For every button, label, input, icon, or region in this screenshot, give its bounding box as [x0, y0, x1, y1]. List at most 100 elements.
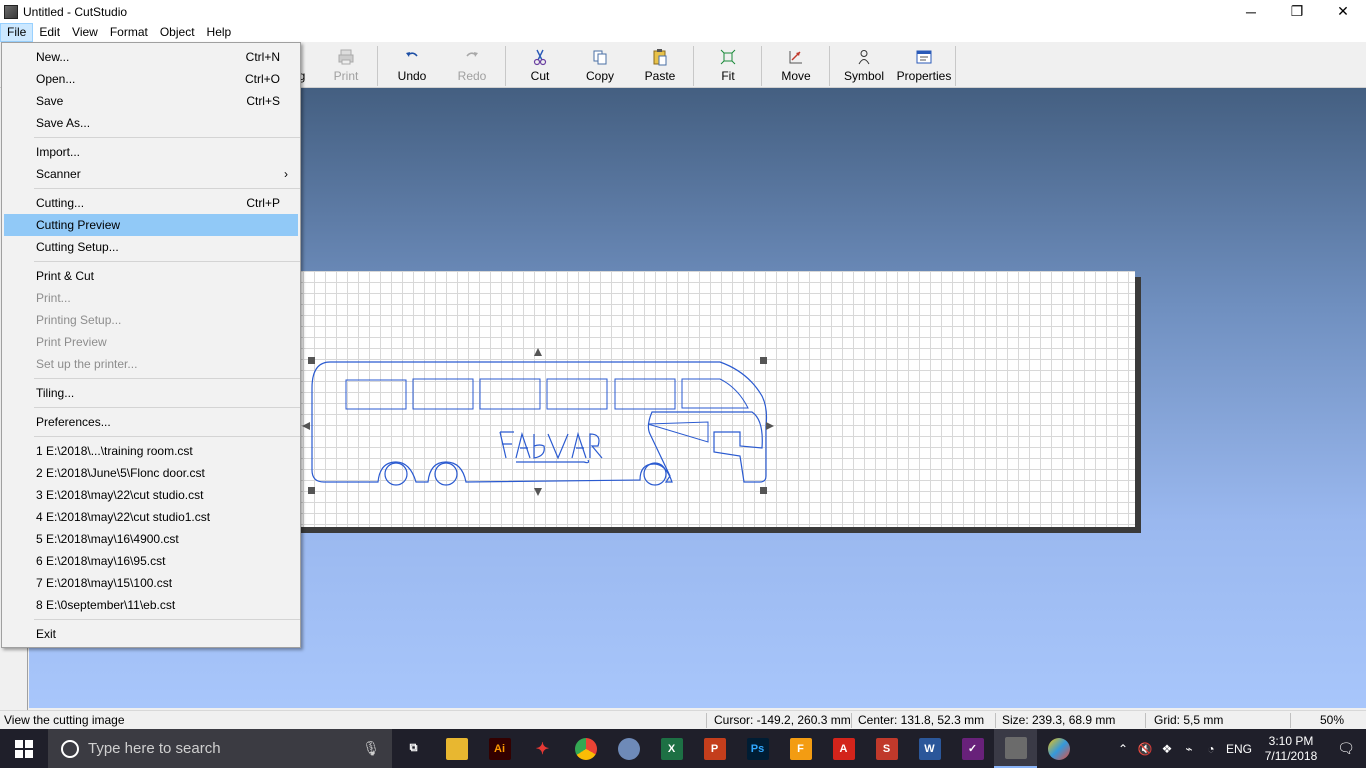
redo-button[interactable]: Redo [442, 46, 502, 86]
menu-item-shortcut: Ctrl+P [246, 196, 280, 210]
menu-item-scanner[interactable]: Scanner › [4, 163, 298, 185]
bus-window [345, 379, 407, 410]
taskbar-app[interactable] [435, 729, 478, 768]
toolbar-label: Paste [644, 69, 676, 83]
bus-logo [499, 431, 603, 464]
start-button[interactable] [0, 729, 48, 768]
toolbar-label: Redo [457, 69, 487, 83]
menu-item-recent-file[interactable]: 1 E:\2018\...\training room.cst [4, 440, 298, 462]
menu-file[interactable]: File [0, 23, 34, 42]
menu-item-printing-setup[interactable]: Printing Setup... [4, 309, 298, 331]
menu-format[interactable]: Format [104, 23, 154, 42]
task-view-button[interactable]: ⧉ [392, 729, 435, 768]
menu-item-cutting[interactable]: Cutting... Ctrl+P [4, 192, 298, 214]
status-grid: Grid: 5,5 mm [1154, 713, 1224, 727]
toolbar-separator [505, 46, 506, 86]
menu-item-recent-file[interactable]: 3 E:\2018\may\22\cut studio.cst [4, 484, 298, 506]
taskbar-app-active[interactable] [994, 729, 1037, 768]
language-indicator[interactable]: ENG [1222, 742, 1256, 756]
menu-item-label: 8 E:\0september\11\eb.cst [36, 598, 176, 612]
menu-item-cutting-preview[interactable]: Cutting Preview [4, 214, 298, 236]
properties-button[interactable]: Properties [894, 46, 954, 86]
menu-item-save-as[interactable]: Save As... [4, 112, 298, 134]
menu-item-preferences[interactable]: Preferences... [4, 411, 298, 433]
title-bar: Untitled - CutStudio ─ ❐ ✕ [0, 0, 1366, 23]
file-menu-dropdown: New... Ctrl+N Open... Ctrl+O Save Ctrl+S Sa… [1, 42, 301, 648]
volume-mute-icon[interactable]: 🔇 [1134, 742, 1156, 756]
menu-item-exit[interactable]: Exit [4, 623, 298, 645]
window-title: Untitled - CutStudio [23, 4, 128, 19]
taskbar-app[interactable] [607, 729, 650, 768]
menu-view[interactable]: View [66, 23, 104, 42]
menu-item-set-up-printer[interactable]: Set up the printer... [4, 353, 298, 375]
taskbar-app[interactable]: W [908, 729, 951, 768]
menu-item-print[interactable]: Print... [4, 287, 298, 309]
menu-item-cutting-setup[interactable]: Cutting Setup... [4, 236, 298, 258]
taskbar-app[interactable]: Ps [736, 729, 779, 768]
bus-window [614, 378, 676, 410]
menu-item-print-preview[interactable]: Print Preview [4, 331, 298, 353]
cut-button[interactable]: Cut [510, 46, 570, 86]
taskbar-search-box[interactable]: Type here to search 🎙 [48, 729, 392, 768]
paste-button[interactable]: Paste [630, 46, 690, 86]
search-placeholder: Type here to search [88, 740, 221, 757]
menu-help[interactable]: Help [201, 23, 238, 42]
taskbar-app[interactable]: X [650, 729, 693, 768]
task-view-icon: ⧉ [409, 742, 418, 754]
print-button[interactable]: Print [316, 46, 376, 86]
menu-item-label: 4 E:\2018\may\22\cut studio1.cst [36, 510, 211, 524]
menu-item-new[interactable]: New... Ctrl+N [4, 46, 298, 68]
bus-side-panel [647, 421, 709, 443]
menu-item-recent-file[interactable]: 2 E:\2018\June\5\Flonc door.cst [4, 462, 298, 484]
copy-button[interactable]: Copy [570, 46, 630, 86]
taskbar-app[interactable] [564, 729, 607, 768]
symbol-button[interactable]: Symbol [834, 46, 894, 86]
clock[interactable]: 3:10 PM 7/11/2018 [1256, 734, 1326, 764]
print-icon [337, 46, 355, 68]
menu-item-label: Cutting Preview [36, 218, 121, 232]
taskbar-app[interactable]: A [822, 729, 865, 768]
toolbar-group-move: Move [766, 46, 826, 86]
fit-button[interactable]: Fit [698, 46, 758, 86]
menu-edit[interactable]: Edit [33, 23, 66, 42]
menu-item-label: Print & Cut [36, 269, 95, 283]
selection-handle [308, 357, 315, 364]
maximize-button[interactable]: ❐ [1274, 0, 1320, 23]
menu-item-open[interactable]: Open... Ctrl+O [4, 68, 298, 90]
menu-item-recent-file[interactable]: 5 E:\2018\may\16\4900.cst [4, 528, 298, 550]
taskbar-app[interactable]: F [779, 729, 822, 768]
taskbar-app[interactable]: Ai [478, 729, 521, 768]
taskbar-app[interactable]: P [693, 729, 736, 768]
taskbar-app[interactable]: ✦ [521, 729, 564, 768]
usb-icon[interactable]: ⌁ [1178, 742, 1200, 756]
menu-item-recent-file[interactable]: 6 E:\2018\may\16\95.cst [4, 550, 298, 572]
wifi-icon[interactable]: ◔ [1200, 742, 1222, 756]
menu-item-import[interactable]: Import... [4, 141, 298, 163]
notification-icon[interactable]: 🗨 [1326, 729, 1366, 768]
paint-3d-icon [1047, 737, 1070, 760]
toolbar-group-file: g Print [288, 46, 376, 86]
microphone-icon[interactable]: 🎙 [362, 740, 380, 757]
menu-item-save[interactable]: Save Ctrl+S [4, 90, 298, 112]
taskbar-app[interactable]: S [865, 729, 908, 768]
move-button[interactable]: Move [766, 46, 826, 86]
menu-item-tiling[interactable]: Tiling... [4, 382, 298, 404]
menu-item-label: 3 E:\2018\may\22\cut studio.cst [36, 488, 204, 502]
menu-item-recent-file[interactable]: 4 E:\2018\may\22\cut studio1.cst [4, 506, 298, 528]
taskbar-app[interactable] [1037, 729, 1080, 768]
dropbox-icon[interactable]: ❖ [1156, 742, 1178, 756]
bus-drawing[interactable] [300, 348, 780, 498]
menu-item-label: 7 E:\2018\may\15\100.cst [36, 576, 173, 590]
close-button[interactable]: ✕ [1320, 0, 1366, 23]
minimize-button[interactable]: ─ [1228, 0, 1274, 23]
chevron-up-icon[interactable]: ⌃ [1112, 742, 1134, 756]
menu-item-recent-file[interactable]: 7 E:\2018\may\15\100.cst [4, 572, 298, 594]
toolbar-group-clipboard: Cut Copy Paste [510, 46, 690, 86]
menu-item-print-and-cut[interactable]: Print & Cut [4, 265, 298, 287]
taskbar-app[interactable]: ✓ [951, 729, 994, 768]
sketchup-icon: S [875, 737, 898, 760]
menu-item-recent-file[interactable]: 8 E:\0september\11\eb.cst [4, 594, 298, 616]
menu-item-label: 1 E:\2018\...\training room.cst [36, 444, 193, 458]
menu-object[interactable]: Object [154, 23, 201, 42]
undo-button[interactable]: Undo [382, 46, 442, 86]
